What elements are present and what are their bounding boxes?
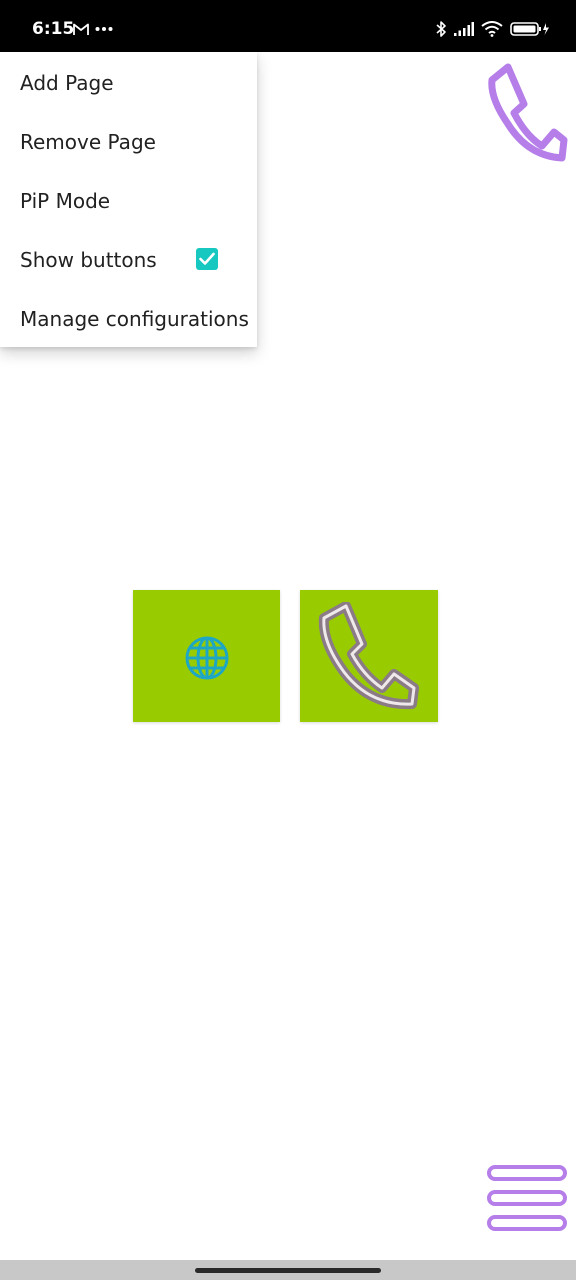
- bluetooth-icon: [435, 20, 447, 38]
- phone-icon[interactable]: [484, 62, 570, 164]
- show-buttons-checkbox[interactable]: [196, 248, 218, 270]
- menu-item-manage-configurations[interactable]: Manage configurations: [0, 289, 257, 348]
- wifi-icon: [481, 21, 503, 37]
- gmail-icon: [73, 23, 89, 36]
- phone-tile-icon: [318, 602, 419, 710]
- menu-item-label: Add Page: [20, 70, 114, 95]
- status-bar: 6:15: [0, 0, 576, 52]
- phone-tile[interactable]: [300, 590, 438, 722]
- menu-item-add-page[interactable]: Add Page: [0, 53, 257, 112]
- menu-item-label: Remove Page: [20, 129, 156, 154]
- menu-item-show-buttons[interactable]: Show buttons: [0, 230, 257, 289]
- menu-item-label: PiP Mode: [20, 188, 111, 213]
- battery-charging-icon: [510, 21, 550, 37]
- status-time: 6:15: [32, 19, 75, 39]
- menu-item-pip-mode[interactable]: PiP Mode: [0, 171, 257, 230]
- signal-icon: [454, 22, 474, 36]
- menu-item-remove-page[interactable]: Remove Page: [0, 112, 257, 171]
- more-dots-icon: [95, 26, 113, 32]
- home-gesture-handle[interactable]: [195, 1268, 381, 1273]
- globe-tile[interactable]: [133, 590, 280, 722]
- hamburger-menu-icon[interactable]: [485, 1162, 569, 1234]
- options-menu: Add Page Remove Page PiP Mode Show butto…: [0, 52, 257, 347]
- menu-item-label: Manage configurations: [20, 306, 249, 331]
- navigation-bar: [0, 1260, 576, 1280]
- menu-item-label: Show buttons: [20, 247, 157, 272]
- globe-icon: [185, 636, 229, 680]
